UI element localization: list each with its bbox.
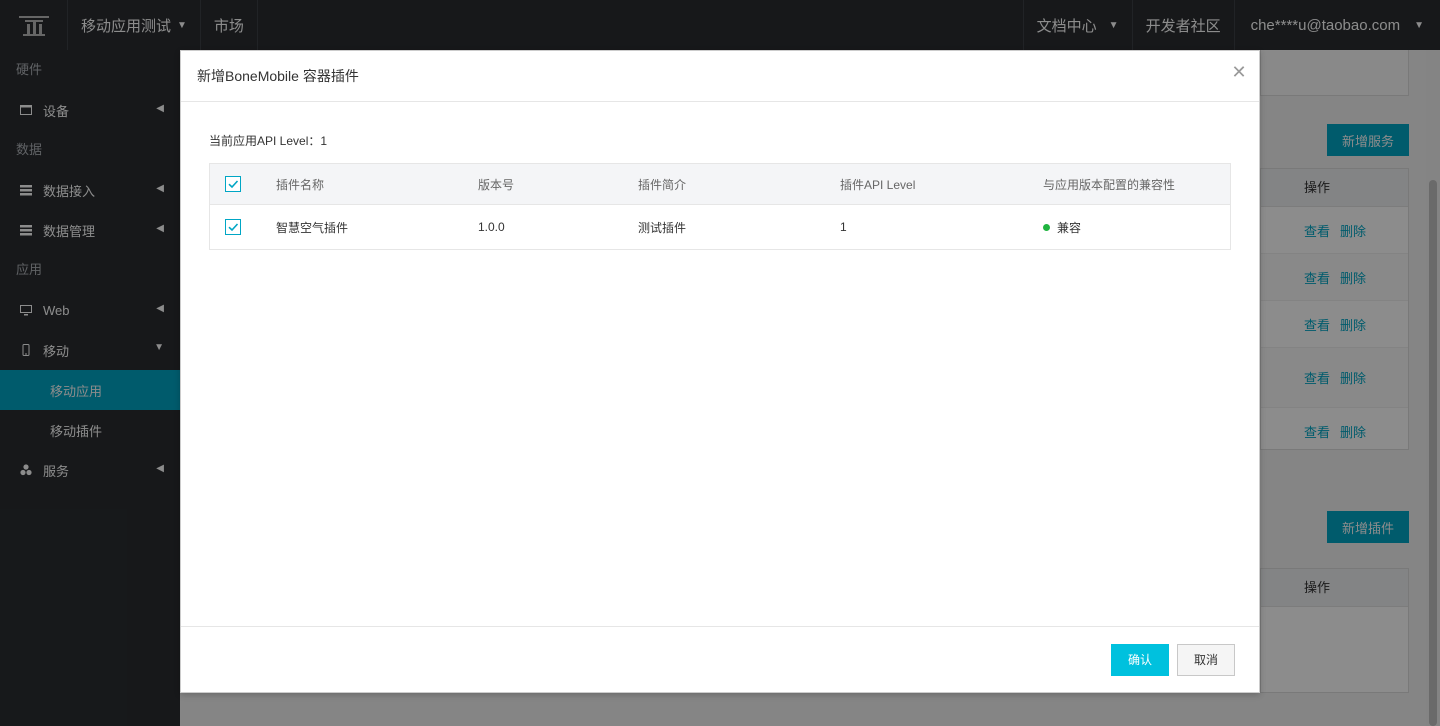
plugin-version: 1.0.0	[478, 220, 505, 234]
add-plugin-dialog: 新增BoneMobile 容器插件 ✕ 当前应用API Level：1 插件名称…	[180, 50, 1260, 693]
status-dot-icon	[1043, 223, 1050, 231]
dialog-header: 新增BoneMobile 容器插件 ✕	[181, 51, 1259, 102]
plugin-desc: 测试插件	[638, 220, 687, 235]
dialog-title: 新增BoneMobile 容器插件	[197, 68, 359, 84]
dialog-footer: 确认 取消	[181, 626, 1259, 692]
column-header-compat: 与应用版本配置的兼容性	[1043, 177, 1176, 192]
table-row[interactable]: 智慧空气插件 1.0.0 测试插件 1 兼容	[210, 205, 1230, 249]
table-header: 插件名称 版本号 插件简介 插件API Level 与应用版本配置的兼容性	[210, 164, 1230, 205]
plugin-table: 插件名称 版本号 插件简介 插件API Level 与应用版本配置的兼容性 智慧…	[209, 163, 1231, 250]
compat-label: 兼容	[1057, 220, 1082, 235]
compat-status: 兼容	[1043, 219, 1230, 236]
close-icon[interactable]: ✕	[1231, 63, 1247, 81]
confirm-button[interactable]: 确认	[1111, 643, 1169, 676]
current-api-level: 当前应用API Level：1	[209, 134, 328, 148]
row-checkbox[interactable]	[225, 218, 241, 235]
plugin-name: 智慧空气插件	[276, 220, 349, 235]
dialog-body: 当前应用API Level：1 插件名称 版本号 插件简介 插件API Leve…	[181, 102, 1259, 250]
column-header-desc: 插件简介	[638, 177, 687, 192]
cancel-button[interactable]: 取消	[1177, 643, 1235, 676]
plugin-api-level: 1	[840, 220, 847, 234]
column-header-version: 版本号	[478, 177, 515, 192]
checkmark-icon	[228, 179, 239, 188]
column-header-name: 插件名称	[276, 177, 325, 192]
checkmark-icon	[228, 222, 239, 231]
column-header-api-level: 插件API Level	[840, 177, 916, 192]
select-all-checkbox[interactable]	[225, 175, 241, 192]
